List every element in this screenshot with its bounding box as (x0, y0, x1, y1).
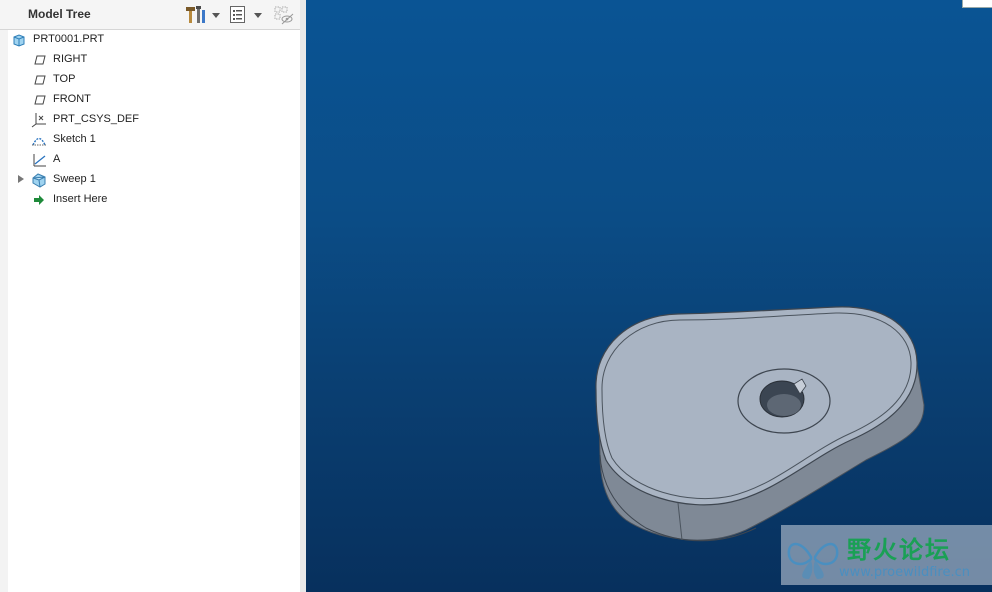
tree-node-insert-here[interactable]: Insert Here (8, 190, 300, 210)
watermark-url: www.proewildfire.cn (839, 565, 970, 580)
insert-arrow-icon (34, 195, 44, 205)
chevron-down-icon (212, 13, 220, 18)
tree-node-sweep[interactable]: Sweep 1 (8, 170, 300, 190)
tree-node-label: PRT0001.PRT (33, 33, 105, 45)
graphics-viewport[interactable]: 野火论坛 www.proewildfire.cn (306, 0, 992, 592)
tree-node-label: Sweep 1 (53, 173, 96, 185)
model-tree-panel: Model Tree PRT0001.PRT RIGHT TOP FRONT P… (0, 0, 306, 592)
model-bore-inner (767, 394, 801, 416)
datum-plane-icon (34, 95, 46, 105)
watermark-title: 野火论坛 (847, 536, 951, 564)
tree-node-datum-top[interactable]: TOP (8, 70, 300, 90)
tree-show-button[interactable] (228, 4, 266, 26)
coordinate-system-icon (31, 113, 46, 128)
tree-node-label: TOP (53, 73, 76, 85)
model-tree-title: Model Tree (28, 7, 91, 21)
datum-plane-icon (34, 55, 46, 65)
chevron-down-icon (254, 13, 262, 18)
tree-node-label: Sketch 1 (53, 133, 96, 145)
model-tree: PRT0001.PRT RIGHT TOP FRONT PRT_CSYS_DEF… (8, 30, 300, 592)
filter-icon (274, 6, 294, 25)
tree-node-label: A (53, 153, 61, 165)
tools-icon (186, 6, 205, 23)
expand-arrow-icon[interactable] (18, 175, 24, 183)
tree-node-label: FRONT (53, 93, 91, 105)
cam-plate-model (595, 306, 925, 542)
datum-axis-icon (33, 154, 46, 167)
sketch-icon (32, 137, 46, 146)
tree-node-label: PRT_CSYS_DEF (53, 113, 139, 125)
model-tree-header: Model Tree (0, 0, 300, 30)
butterfly-logo-icon (787, 542, 839, 579)
tree-node-label: RIGHT (53, 53, 88, 65)
tree-node-csys[interactable]: PRT_CSYS_DEF (8, 110, 300, 130)
tree-node-part[interactable]: PRT0001.PRT (8, 30, 300, 50)
datum-plane-icon (34, 75, 46, 85)
tree-node-datum-right[interactable]: RIGHT (8, 50, 300, 70)
tree-node-label: Insert Here (53, 193, 108, 205)
tree-node-sketch[interactable]: Sketch 1 (8, 130, 300, 150)
sweep-icon (32, 173, 46, 188)
tree-filter-button[interactable] (272, 4, 296, 26)
list-icon (230, 6, 245, 23)
forum-watermark: 野火论坛 www.proewildfire.cn (781, 525, 992, 585)
tree-node-axis[interactable]: A (8, 150, 300, 170)
tree-node-datum-front[interactable]: FRONT (8, 90, 300, 110)
part-icon (13, 34, 25, 47)
tree-settings-button[interactable] (184, 4, 224, 26)
